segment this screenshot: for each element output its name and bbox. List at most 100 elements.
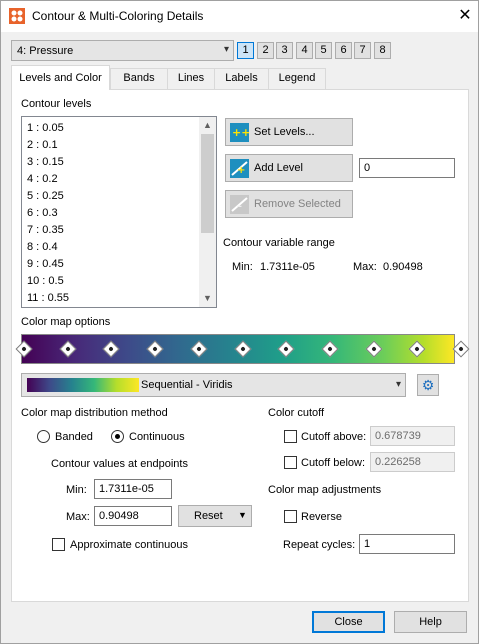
scroll-thumb[interactable] xyxy=(201,134,214,233)
group-button-1[interactable]: 1 xyxy=(237,42,254,59)
tab-legend[interactable]: Legend xyxy=(268,68,326,89)
cutoff-below-input[interactable]: 0.226258 xyxy=(370,452,455,472)
variable-select[interactable]: 4: Pressure ▾ xyxy=(11,40,234,61)
close-window-icon[interactable]: ✕ xyxy=(455,6,475,26)
add-level-value-input[interactable]: 0 xyxy=(359,158,455,178)
reset-label: Reset xyxy=(194,510,223,522)
endpoint-max-input[interactable]: 0.90498 xyxy=(94,506,172,526)
contour-levels-heading: Contour levels xyxy=(21,98,92,110)
group-button-3[interactable]: 3 xyxy=(276,42,293,59)
banded-radio[interactable] xyxy=(37,430,50,443)
list-item[interactable]: 2 : 0.1 xyxy=(27,137,58,154)
group-button-4[interactable]: 4 xyxy=(296,42,313,59)
list-item[interactable]: 6 : 0.3 xyxy=(27,205,58,222)
remove-selected-label: Remove Selected xyxy=(254,198,341,210)
list-item[interactable]: 11 : 0.55 xyxy=(27,290,69,307)
scroll-down-icon[interactable]: ▼ xyxy=(199,290,216,307)
app-icon xyxy=(9,8,25,24)
color-map-marker[interactable] xyxy=(146,340,164,358)
color-map-preview xyxy=(27,378,139,392)
color-map-marker[interactable] xyxy=(102,340,120,358)
set-levels-label: Set Levels... xyxy=(254,126,315,138)
list-item[interactable]: 4 : 0.2 xyxy=(27,171,58,188)
color-map-marker[interactable] xyxy=(277,340,295,358)
svg-text:–: – xyxy=(237,201,242,212)
cutoff-above-input[interactable]: 0.678739 xyxy=(370,426,455,446)
repeat-cycles-input[interactable]: 1 xyxy=(359,534,455,554)
color-map-marker[interactable] xyxy=(234,340,252,358)
chevron-down-icon: ▼ xyxy=(238,510,247,520)
chevron-down-icon: ▾ xyxy=(395,379,401,390)
approximate-continuous-label: Approximate continuous xyxy=(70,539,189,551)
adjustments-heading: Color map adjustments xyxy=(268,484,382,496)
group-button-5[interactable]: 5 xyxy=(315,42,332,59)
group-button-6[interactable]: 6 xyxy=(335,42,352,59)
list-item[interactable]: 5 : 0.25 xyxy=(27,188,64,205)
list-item[interactable]: 8 : 0.4 xyxy=(27,239,58,256)
color-map-bar[interactable] xyxy=(15,334,470,364)
tab-lines[interactable]: Lines xyxy=(167,68,215,89)
gear-icon[interactable]: ⚙ xyxy=(417,374,439,396)
add-level-label: Add Level xyxy=(254,162,303,174)
help-button[interactable]: Help xyxy=(394,611,467,633)
marker-dot xyxy=(65,346,71,352)
color-map-marker[interactable] xyxy=(321,340,339,358)
radio-selected-dot xyxy=(115,434,120,439)
color-map-select[interactable]: Sequential - Viridis ▾ xyxy=(21,373,406,397)
endpoint-min-input[interactable]: 1.7311e-05 xyxy=(94,479,172,499)
distribution-heading: Color map distribution method xyxy=(21,407,168,419)
contour-levels-scrollbar[interactable]: ▲ ▼ xyxy=(199,117,216,307)
marker-dot xyxy=(108,346,114,352)
color-map-marker[interactable] xyxy=(408,340,426,358)
color-map-marker[interactable] xyxy=(365,340,383,358)
marker-dot xyxy=(327,346,333,352)
title-bar: Contour & Multi-Coloring Details ✕ xyxy=(1,1,478,32)
variable-select-value: 4: Pressure xyxy=(17,45,74,57)
remove-selected-button[interactable]: – Remove Selected xyxy=(225,190,353,218)
range-min-label: Min: xyxy=(232,261,253,273)
scroll-up-icon[interactable]: ▲ xyxy=(199,117,216,134)
marker-dot xyxy=(152,346,158,352)
reset-button[interactable]: Reset ▼ xyxy=(178,505,252,527)
list-item[interactable]: 7 : 0.35 xyxy=(27,222,64,239)
endpoint-min-label: Min: xyxy=(66,484,87,496)
reverse-checkbox[interactable] xyxy=(284,510,297,523)
range-max-value: 0.90498 xyxy=(383,261,423,273)
reverse-label: Reverse xyxy=(301,511,342,523)
cutoff-below-checkbox[interactable] xyxy=(284,456,297,469)
cutoff-below-label: Cutoff below: xyxy=(301,457,366,469)
set-levels-button[interactable]: ++ Set Levels... xyxy=(225,118,353,146)
list-item[interactable]: 1 : 0.05 xyxy=(27,120,64,137)
color-map-marker[interactable] xyxy=(190,340,208,358)
list-item[interactable]: 3 : 0.15 xyxy=(27,154,64,171)
marker-dot xyxy=(21,346,27,352)
group-button-8[interactable]: 8 xyxy=(374,42,391,59)
continuous-radio[interactable] xyxy=(111,430,124,443)
continuous-label: Continuous xyxy=(129,431,185,443)
range-max-label: Max: xyxy=(353,261,377,273)
banded-label: Banded xyxy=(55,431,93,443)
contour-levels-list[interactable]: 1 : 0.05 2 : 0.1 3 : 0.15 4 : 0.2 5 : 0.25 6 … xyxy=(21,116,217,308)
color-map-marker[interactable] xyxy=(59,340,77,358)
group-button-2[interactable]: 2 xyxy=(257,42,274,59)
variable-range-heading: Contour variable range xyxy=(223,237,335,249)
list-item[interactable]: 10 : 0.5 xyxy=(27,273,64,290)
cutoff-above-label: Cutoff above: xyxy=(301,431,367,443)
tab-bands[interactable]: Bands xyxy=(110,68,168,89)
color-map-select-value: Sequential - Viridis xyxy=(141,379,233,391)
remove-selected-icon: – xyxy=(230,195,249,214)
tab-labels[interactable]: Labels xyxy=(214,68,269,89)
chevron-down-icon: ▾ xyxy=(223,44,229,55)
list-item[interactable]: 9 : 0.45 xyxy=(27,256,64,273)
approximate-continuous-checkbox[interactable] xyxy=(52,538,65,551)
tab-levels-and-color[interactable]: Levels and Color xyxy=(11,65,110,90)
endpoints-heading: Contour values at endpoints xyxy=(51,458,188,470)
cutoff-above-checkbox[interactable] xyxy=(284,430,297,443)
close-button[interactable]: Close xyxy=(312,611,385,633)
marker-dot xyxy=(196,346,202,352)
group-button-7[interactable]: 7 xyxy=(354,42,371,59)
color-map-heading: Color map options xyxy=(21,316,111,328)
svg-text:++: ++ xyxy=(232,126,249,139)
add-level-button[interactable]: + Add Level xyxy=(225,154,353,182)
marker-dot xyxy=(414,346,420,352)
